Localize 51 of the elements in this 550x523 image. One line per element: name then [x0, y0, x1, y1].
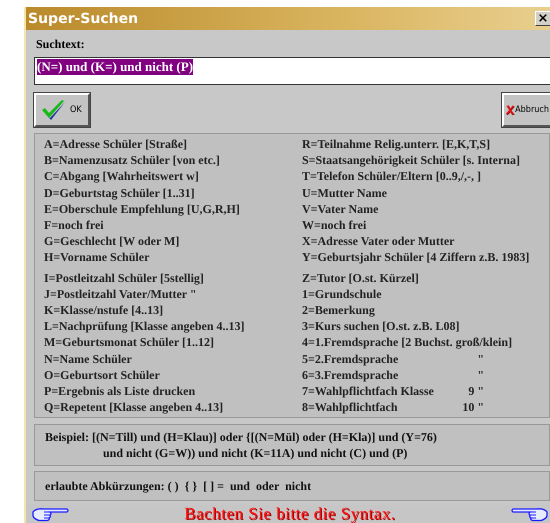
legend-entry: D=Geburtstag Schüler [1..31]: [44, 184, 196, 201]
legend-entry: 6=3.Fremdsprache: [302, 366, 400, 384]
legend-entry: Q=Repetent [Klasse angeben 4..13]: [44, 399, 224, 416]
checkmark-icon: [40, 98, 66, 122]
legend-entry: W=noch frei: [302, 217, 368, 234]
abbreviations-text: erlaubte Abkürzungen: ( ) { } [ ] = und oder nicht: [45, 479, 312, 494]
legend-entry: 2=Bemerkung: [302, 302, 376, 318]
legend-entry: 3=Kurs suchen [O.st. z.B. L08]: [302, 318, 461, 334]
cancel-button[interactable]: Abbruch: [502, 93, 550, 127]
legend-entry: S=Staatsangehörigkeit Schüler [s. Interna]: [302, 152, 521, 168]
pointing-hand-icon: [510, 506, 548, 522]
legend-entry: X=Adresse Vater oder Mutter: [302, 233, 456, 250]
legend-entry: 8=Wahlpflichtfach: [302, 399, 399, 416]
legend-entry: 7=Wahlpflichtfach Klasse: [302, 383, 435, 400]
window-title: Super-Suchen: [28, 10, 138, 26]
legend-entry: 1=Grundschule: [302, 286, 383, 302]
legend-entry: Z=Tutor [O.st. Kürzel]: [302, 270, 420, 286]
legend-entry: E=Oberschule Empfehlung [U,G,R,H]: [44, 200, 241, 218]
legend-entry: I=Postleitzahl Schüler [5stellig]: [44, 270, 205, 286]
ditto-note: 9 ": [467, 383, 484, 400]
ok-button[interactable]: OK: [34, 93, 90, 127]
legend-entry: U=Mutter Name: [302, 184, 388, 201]
close-button[interactable]: ×: [535, 11, 550, 26]
legend-entry: Y=Geburtsjahr Schüler [4 Ziffern z.B. 1983]: [302, 249, 530, 266]
legend-entry: B=Namenzusatz Schüler [von etc.]: [44, 152, 221, 168]
legend-entry: P=Ergebnis als Liste drucken: [44, 383, 196, 400]
legend-entry: L=Nachprüfung [Klasse angeben 4..13]: [44, 318, 246, 334]
syntax-warning: Bachten Sie bitte die Syntax.: [184, 504, 396, 523]
ditto-note: ": [476, 366, 484, 384]
legend-entry: R=Teilnahme Relig.unterr. [E,K,T,S]: [302, 136, 492, 152]
legend-entry: 5=2.Fremdsprache: [302, 350, 400, 367]
legend-entry: T=Telefon Schüler/Eltern [0..9,/,-, ]: [302, 168, 482, 185]
legend-entry: C=Abgang [Wahrheitswert w]: [44, 168, 200, 185]
ditto-note: ": [476, 350, 484, 367]
search-field[interactable]: (N=) und (K=) und nicht (P): [34, 57, 550, 85]
legend-entry: G=Geschlecht [W oder M]: [44, 233, 180, 250]
legend-entry: J=Postleitzahl Vater/Mutter ": [44, 286, 198, 302]
legend-entry: O=Geburtsort Schüler: [44, 366, 161, 384]
legend-entry: F=noch frei: [44, 217, 105, 234]
legend-entry: 4=1.Fremdsprache [2 Buchst. groß/klein]: [302, 334, 514, 351]
example-text: und nicht (G=W)) und nicht (K=11A) und nicht (C) und (P): [102, 445, 408, 462]
ditto-note: 10 ": [461, 399, 484, 416]
pointing-hand-icon: [32, 506, 70, 522]
legend-entry: H=Vorname Schüler: [44, 249, 150, 266]
search-label: Suchtext:: [34, 35, 87, 54]
legend-entry: A=Adresse Schüler [Straße]: [44, 136, 188, 152]
legend-entry: M=Geburtsmonat Schüler [1..12]: [44, 334, 215, 351]
example-text: Beispiel: [(N=Till) und (H=Klau)] oder {[(N=Mül) oder (H=Kla)] und (Y=76): [45, 429, 438, 446]
legend-entry: N=Name Schüler: [44, 350, 133, 367]
legend-entry: V=Vater Name: [302, 200, 380, 218]
legend-entry: K=Klasse/nstufe [4..13]: [44, 302, 164, 318]
